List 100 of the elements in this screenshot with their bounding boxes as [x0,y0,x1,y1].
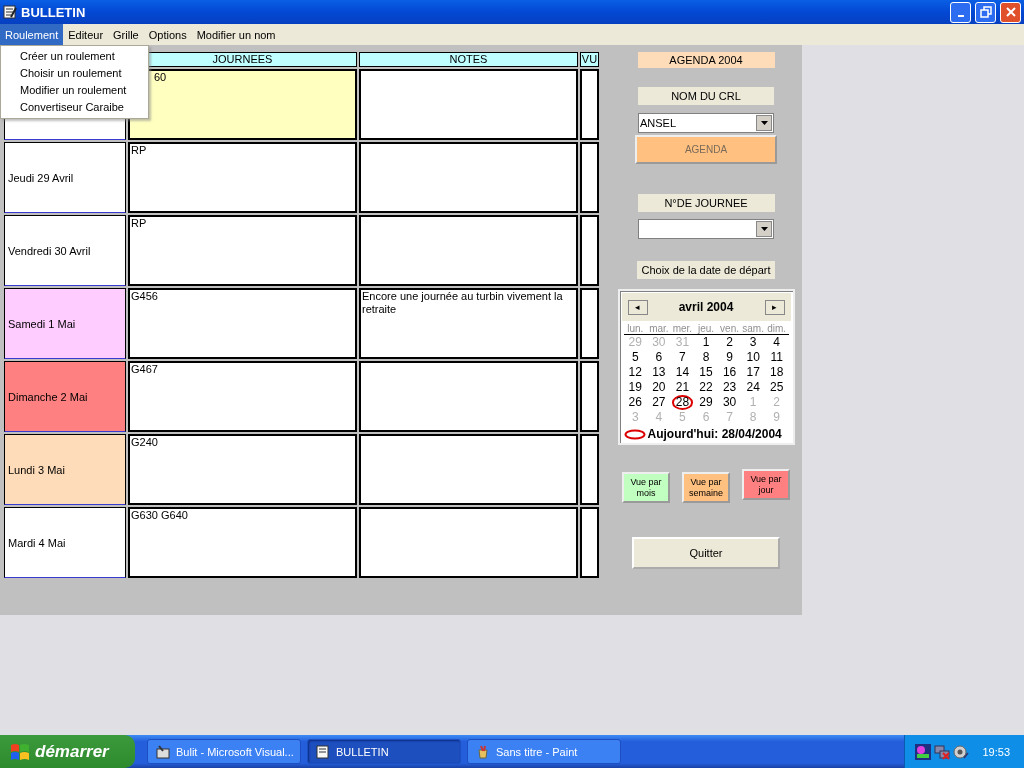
calendar-day[interactable]: 30 [719,395,740,410]
notes-cell: Encore une journée au turbin vivement la retraite [359,288,578,359]
calendar-day[interactable]: 18 [767,365,787,380]
calendar-day[interactable]: 27 [649,395,669,410]
calendar-day[interactable]: 16 [719,365,740,380]
window-title: BULLETIN [21,4,87,20]
weekday-label: lun. [626,323,645,334]
start-button[interactable]: démarrer [0,735,135,768]
journee-combo[interactable] [638,219,774,239]
weekday-label: mar. [648,323,670,334]
close-button[interactable] [1000,1,1021,23]
calendar-day[interactable]: 19 [625,380,645,395]
date-cell: Lundi 3 Mai [4,434,126,505]
dropdown-button[interactable] [756,115,772,131]
quit-button[interactable]: Quitter [632,537,780,569]
calendar-day[interactable]: 3 [746,335,760,350]
calendar-day[interactable]: 29 [696,395,716,410]
view-button[interactable]: Vue par semaine [682,472,730,503]
caret-icon [760,121,768,125]
menu-item[interactable]: Grille [108,24,144,45]
date-cell: Dimanche 2 Mai [4,361,126,432]
calendar-day[interactable]: 10 [743,350,763,365]
calendar-day[interactable]: 2 [723,335,736,350]
vu-cell [580,215,599,286]
calendar-day[interactable]: 23 [719,380,740,395]
vu-cell [580,142,599,213]
calendar-day[interactable]: 24 [743,380,763,395]
calendar-month: avril 2004 [678,300,734,314]
date-cell: Mardi 4 Mai [4,507,126,578]
paint-bucket-icon [476,744,490,759]
weekday-label: ven. [719,323,740,334]
weekday-label: sam. [741,323,765,334]
agenda-title: AGENDA 2004 [637,52,775,68]
date-cell: Samedi 1 Mai [4,288,126,359]
document-icon [316,744,330,759]
calendar-day[interactable]: 21 [672,380,693,395]
document-icon [3,5,17,19]
flag-icon [10,741,30,762]
menu-item[interactable]: Options [143,24,192,45]
calendar-day[interactable]: 13 [649,365,669,380]
calendar-day[interactable]: 14 [672,365,693,380]
minimize-button[interactable] [950,1,971,23]
today-label[interactable]: Aujourd'hui: 28/04/2004 [647,427,782,441]
journee-cell: 60 [128,69,357,140]
calendar-day[interactable]: 4 [770,335,784,350]
menu-item[interactable]: Roulement [0,24,64,45]
next-month-button[interactable]: ▸ [764,299,785,315]
journee-cell: RP [128,215,357,286]
journee-cell: G630 G640 [128,507,357,578]
tray-app-icon[interactable] [915,743,931,760]
restore-icon [979,6,992,18]
vu-cell [580,434,599,505]
view-button[interactable]: Vue par mois [622,472,670,503]
calendar-day[interactable]: 1 [699,335,713,350]
calendar-day[interactable]: 25 [767,380,787,395]
close-icon [1004,6,1017,18]
calendar-day[interactable]: 17 [743,365,763,380]
vu-cell [580,507,599,578]
journee-cell: G240 [128,434,357,505]
calendar-day[interactable]: 15 [696,365,716,380]
crl-combo[interactable]: ANSEL [638,113,774,133]
calendar-day[interactable]: 26 [625,395,645,410]
date-cell: Vendredi 30 Avril [4,215,126,286]
taskbar-button[interactable]: BULLETIN [307,739,461,764]
calendar-day[interactable]: 11 [767,350,786,365]
journee-cell: G456 [128,288,357,359]
menu-item[interactable]: Editeur [63,24,109,45]
journee-label: N°DE JOURNEE [637,194,775,212]
dropdown-button[interactable] [756,221,772,237]
calendar-day[interactable]: 5 [628,350,642,365]
weekday-label: dim. [766,323,788,334]
calendar-day[interactable]: 20 [649,380,669,395]
column-header: NOTES [359,52,578,67]
calendar-day[interactable]: 22 [696,380,716,395]
minimize-icon [957,15,964,17]
previous-month-button[interactable]: ◂ [627,299,648,315]
calendar-day[interactable]: 28 [671,395,694,410]
restore-button[interactable] [975,1,996,23]
app-icon [156,744,170,759]
view-button[interactable]: Vue par jour [742,469,790,500]
calendar-day[interactable]: 12 [625,365,645,380]
journee-cell: G467 [128,361,357,432]
taskbar-button[interactable]: Bulit - Microsoft Visual... [147,739,301,764]
network-icon[interactable] [934,743,950,760]
date-cell: Jeudi 29 Avril [4,142,126,213]
taskbar-button[interactable]: Sans titre - Paint [467,739,621,764]
vu-cell [580,69,599,140]
calendar-day[interactable]: 7 [676,350,689,365]
caret-icon [760,227,768,231]
menu-item[interactable]: Modifier un nom [191,24,281,45]
calendar-day[interactable]: 9 [723,350,736,365]
vu-cell [580,361,599,432]
calendar-day[interactable]: 8 [699,350,713,365]
calendar-day[interactable]: 6 [652,350,666,365]
clock: 19:53 [982,745,1010,758]
crl-label: NOM DU CRL [638,87,774,105]
date-label: Choix de la date de départ [637,261,775,279]
journee-cell: RP [128,142,357,213]
speaker-icon[interactable] [953,743,969,760]
column-header: VU [580,52,599,67]
